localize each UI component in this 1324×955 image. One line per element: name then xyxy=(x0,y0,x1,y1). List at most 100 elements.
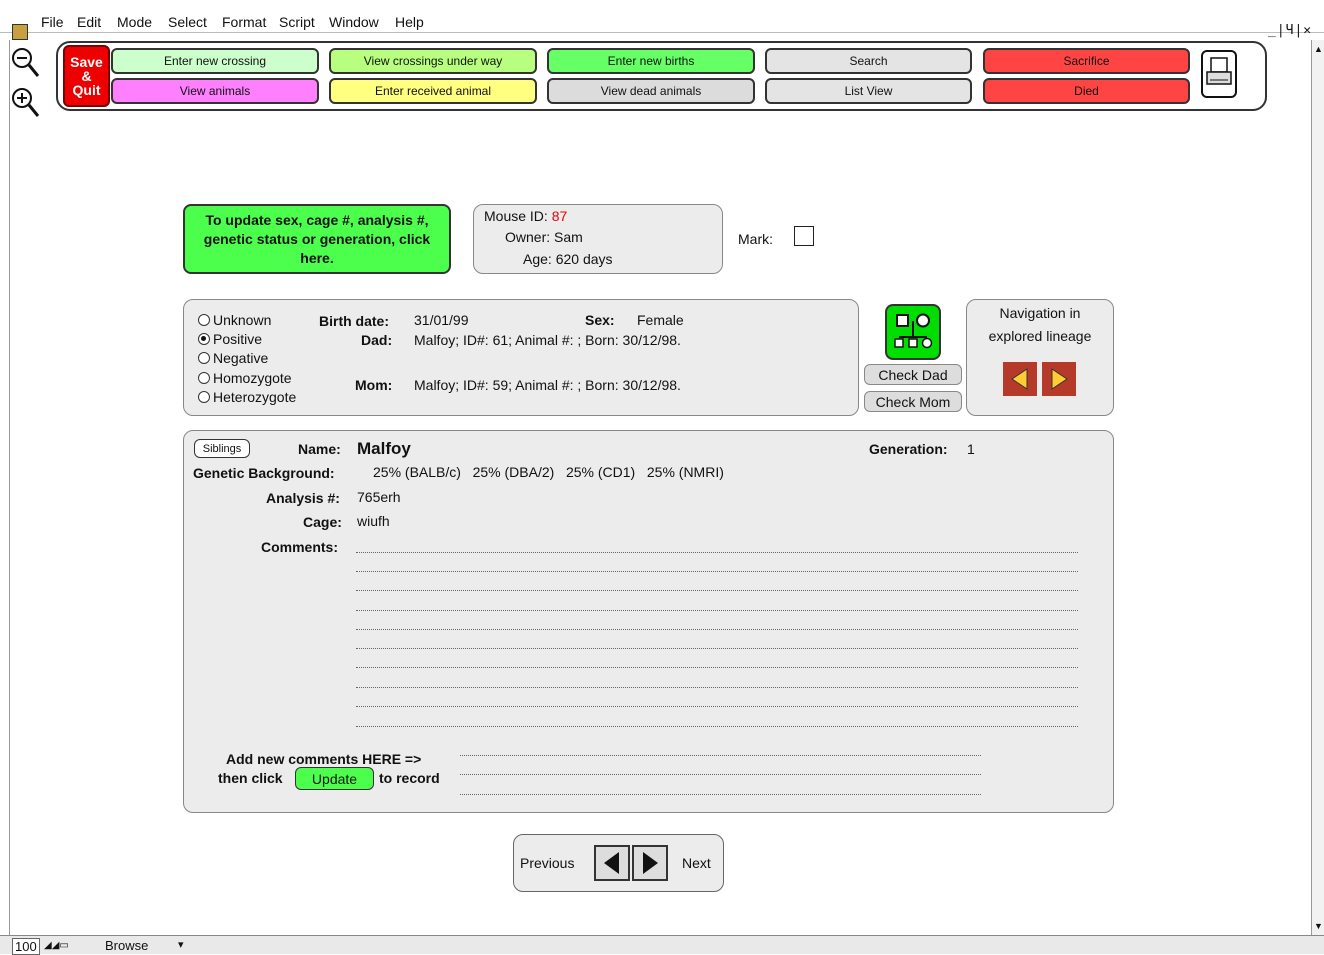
generation-label: Generation: xyxy=(869,441,948,457)
genetic-background-value: 25% (BALB/c) 25% (DBA/2) 25% (CD1) 25% (… xyxy=(373,464,724,480)
mom-label: Mom: xyxy=(355,377,393,393)
check-dad-button[interactable]: Check Dad xyxy=(864,364,962,385)
comment-line xyxy=(356,552,1078,553)
cage-label: Cage: xyxy=(303,514,342,530)
lineage-back-icon[interactable] xyxy=(1003,362,1037,396)
update-button[interactable]: Update xyxy=(295,767,374,790)
comment-line xyxy=(356,590,1078,591)
comment-line xyxy=(356,726,1078,727)
next-arrow-icon[interactable] xyxy=(632,845,668,881)
mouse-id-label: Mouse ID: xyxy=(484,208,548,224)
save-quit-label-3: Quit xyxy=(72,82,101,98)
menu-format[interactable]: Format xyxy=(222,14,266,30)
new-comment-line xyxy=(460,755,981,756)
radio-unknown[interactable]: Unknown xyxy=(198,312,271,328)
lineage-nav-title: Navigation in explored lineage xyxy=(988,305,1092,344)
next-label: Next xyxy=(682,855,711,871)
enter-received-animal-button[interactable]: Enter received animal xyxy=(329,78,537,104)
menu-window[interactable]: Window xyxy=(329,14,379,30)
genetic-background-label: Genetic Background: xyxy=(193,465,335,481)
radio-circle xyxy=(198,352,210,364)
radio-homozygote[interactable]: Homozygote xyxy=(198,370,292,386)
add-comments-text: Add new comments HERE => xyxy=(226,751,422,767)
window-controls[interactable]: _|Ч|✕ xyxy=(1268,23,1312,38)
birth-date-value: 31/01/99 xyxy=(414,312,469,328)
sex-label: Sex: xyxy=(585,312,615,328)
cage-value: wiufh xyxy=(357,513,390,529)
comment-line xyxy=(356,629,1078,630)
check-mom-button[interactable]: Check Mom xyxy=(864,391,962,412)
comment-line xyxy=(356,667,1078,668)
radio-negative[interactable]: Negative xyxy=(198,350,268,366)
left-border xyxy=(0,40,10,935)
view-animals-button[interactable]: View animals xyxy=(111,78,319,104)
menu-select[interactable]: Select xyxy=(168,14,207,30)
new-comment-line xyxy=(460,774,981,775)
previous-label: Previous xyxy=(520,855,575,871)
to-record-text: to record xyxy=(379,770,440,786)
name-value: Malfoy xyxy=(357,439,411,458)
radio-label: Negative xyxy=(213,350,269,366)
status-bar: 100 ◢◢▭ Browse ▾ xyxy=(0,935,1324,955)
sex-value: Female xyxy=(637,312,684,328)
then-click-text: then click xyxy=(218,770,283,786)
mouse-id: Mouse ID: 87 xyxy=(484,208,567,224)
comment-line xyxy=(356,687,1078,688)
radio-heterozygote[interactable]: Heterozygote xyxy=(198,389,296,405)
zoom-in-icon[interactable] xyxy=(10,86,40,124)
view-crossings-button[interactable]: View crossings under way xyxy=(329,48,537,74)
app-icon[interactable] xyxy=(12,24,28,40)
update-info-button[interactable]: To update sex, cage #, analysis #, genet… xyxy=(183,204,451,274)
vertical-scrollbar[interactable]: ▲ ▼ xyxy=(1311,40,1324,935)
menu-help[interactable]: Help xyxy=(395,14,424,30)
scroll-down-icon[interactable]: ▼ xyxy=(1314,921,1323,931)
menu-bar: File Edit Mode Select Format Script Wind… xyxy=(0,10,1324,40)
birth-date-label: Birth date: xyxy=(319,313,389,329)
lineage-forward-icon[interactable] xyxy=(1042,362,1076,396)
mode-dropdown-icon[interactable]: ▾ xyxy=(178,938,184,951)
age-text: Age: 620 days xyxy=(523,251,613,267)
mom-value: Malfoy; ID#: 59; Animal #: ; Born: 30/12… xyxy=(414,377,681,393)
zoom-out-icon[interactable] xyxy=(10,46,40,84)
menu-file[interactable]: File xyxy=(41,14,64,30)
radio-circle xyxy=(198,391,210,403)
pedigree-tree-icon[interactable] xyxy=(885,304,941,360)
radio-circle xyxy=(198,314,210,326)
comments-label: Comments: xyxy=(261,539,339,555)
radio-label: Heterozygote xyxy=(213,389,297,405)
sacrifice-button[interactable]: Sacrifice xyxy=(983,48,1190,74)
zoom-level[interactable]: 100 xyxy=(12,938,40,955)
radio-label: Unknown xyxy=(213,312,272,328)
analysis-value: 765erh xyxy=(357,489,401,505)
comment-line xyxy=(356,571,1078,572)
printer-icon[interactable] xyxy=(1201,50,1237,98)
radio-label: Positive xyxy=(213,331,263,347)
save-quit-label-2: & xyxy=(81,68,92,84)
comment-line xyxy=(356,610,1078,611)
menu-edit[interactable]: Edit xyxy=(77,14,101,30)
mouse-id-value: 87 xyxy=(551,208,568,224)
menu-script[interactable]: Script xyxy=(279,14,315,30)
analysis-label: Analysis #: xyxy=(266,490,340,506)
search-button[interactable]: Search xyxy=(765,48,972,74)
scroll-up-icon[interactable]: ▲ xyxy=(1314,44,1323,54)
dad-value: Malfoy; ID#: 61; Animal #: ; Born: 30/12… xyxy=(414,332,681,348)
list-view-button[interactable]: List View xyxy=(765,78,972,104)
menu-mode[interactable]: Mode xyxy=(117,14,152,30)
new-comment-line xyxy=(460,794,981,795)
siblings-button[interactable]: Siblings xyxy=(194,439,250,458)
died-button[interactable]: Died xyxy=(983,78,1190,104)
save-quit-button[interactable]: Save & Quit xyxy=(63,45,110,107)
enter-new-births-button[interactable]: Enter new births xyxy=(547,48,755,74)
layout-mode-icons[interactable]: ◢◢▭ xyxy=(44,940,69,951)
radio-circle-selected xyxy=(198,333,210,345)
enter-new-crossing-button[interactable]: Enter new crossing xyxy=(111,48,319,74)
mode-select[interactable]: Browse xyxy=(105,938,148,953)
mark-label: Mark: xyxy=(738,231,773,247)
name-label: Name: xyxy=(298,441,341,457)
previous-arrow-icon[interactable] xyxy=(594,845,630,881)
view-dead-animals-button[interactable]: View dead animals xyxy=(547,78,755,104)
radio-label: Homozygote xyxy=(213,370,292,386)
mark-checkbox[interactable] xyxy=(794,226,814,246)
radio-positive[interactable]: Positive xyxy=(198,331,262,347)
